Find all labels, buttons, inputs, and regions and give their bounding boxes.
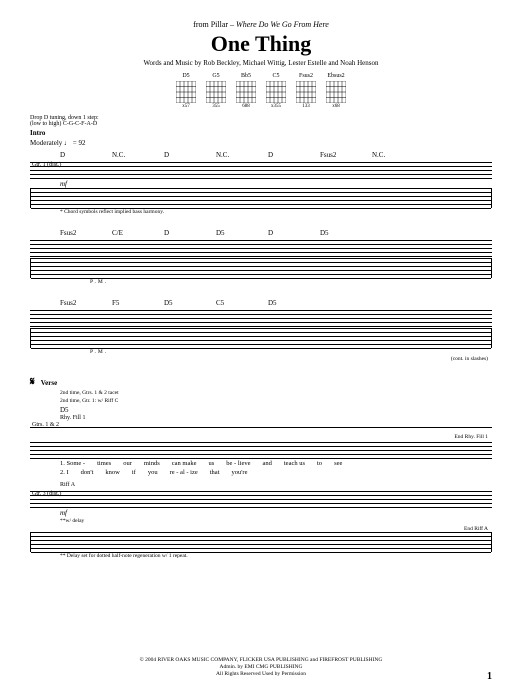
chord-symbols: DN.C. DN.C. DFsus2 N.C. — [30, 151, 492, 159]
chord-diagram: Bb5 688 — [236, 73, 256, 109]
intro-label: Intro — [30, 129, 492, 137]
from-line: from Pillar – Where Do We Go From Here — [30, 20, 492, 29]
fretboard-icon — [326, 81, 346, 103]
palm-mute: P.M. — [30, 349, 492, 355]
fretboard-icon — [236, 81, 256, 103]
notation-staff-gtr12: Gtrs. 1 & 2 — [30, 422, 492, 432]
page-number: 1 — [487, 671, 492, 682]
music-system-1: DN.C. DN.C. DFsus2 N.C. Gtr. 1 (dist.) m… — [30, 151, 492, 215]
direction-1: 2nd time, Gtrs. 1 & 2 tacet — [60, 390, 492, 396]
fretboard-icon — [206, 81, 226, 103]
chord-symbols: Fsus2C/E DD5 DD5 — [30, 229, 492, 237]
notation-staff — [30, 238, 492, 256]
tab-staff — [30, 188, 492, 208]
notation-staff — [30, 308, 492, 326]
palm-mute: P.M. — [30, 279, 492, 285]
chord-symbols: D5 — [30, 406, 492, 414]
dynamic-mf-2: mf — [30, 509, 492, 517]
copyright-block: © 2004 RIVER OAKS MUSIC COMPANY, FLICKER… — [0, 657, 522, 678]
tuning-info: Drop D tuning, down 1 step: (low to high… — [30, 115, 492, 127]
tab-staff-gtr3 — [30, 532, 492, 552]
chord-diagram: D5 x57 — [176, 73, 196, 109]
music-system-2: Fsus2C/E DD5 DD5 P.M. — [30, 229, 492, 285]
fretboard-icon — [296, 81, 316, 103]
delay-footnote: ** Delay set for dotted half-note regene… — [60, 553, 492, 559]
fretboard-icon — [176, 81, 196, 103]
rhy-fill-label: Rhy. Fill 1 — [30, 415, 492, 421]
from-prefix: from Pillar – — [193, 20, 236, 29]
song-title: One Thing — [30, 31, 492, 57]
notation-staff-vocals — [30, 440, 492, 458]
verse-system: 𝄋 Verse 2nd time, Gtrs. 1 & 2 tacet 2nd … — [30, 376, 492, 559]
continuation-note: (cont. in slashes) — [30, 356, 492, 362]
credits: Words and Music by Rob Beckley, Michael … — [30, 59, 492, 67]
notation-staff: Gtr. 1 (dist.) — [30, 160, 492, 178]
chord-diagram: C5 x355 — [266, 73, 286, 109]
dynamic-mf: mf — [30, 180, 492, 188]
notation-staff-gtr3: Gtr. 3 (dist.) — [30, 489, 492, 507]
music-system-3: Fsus2F5 D5C5 D5 P.M. (cont. in slashes) — [30, 299, 492, 362]
verse-label: Verse — [41, 379, 57, 387]
chord-diagram: Ebsus2 x68 — [326, 73, 346, 109]
album-name: Where Do We Go From Here — [236, 20, 329, 29]
harmony-footnote: * Chord symbols reflect implied bass har… — [60, 209, 492, 215]
tab-staff — [30, 328, 492, 348]
riff-a-label: Riff A — [30, 482, 492, 488]
lyrics-1: 1. Some -times ourminds can makeus be - … — [30, 460, 492, 467]
chord-symbols: Fsus2F5 D5C5 D5 — [30, 299, 492, 307]
chord-diagram-row: D5 x57 G5 355 Bb5 688 C5 x355 Fsus2 133 … — [30, 73, 492, 109]
delay-note: **w/ delay — [60, 518, 492, 524]
fretboard-icon — [266, 81, 286, 103]
tempo-marking: Moderately ♩ = 92 — [30, 139, 492, 147]
chord-diagram: G5 355 — [206, 73, 226, 109]
lyrics-2: 2. Idon't knowif youre - al - ize thatyo… — [30, 469, 492, 476]
tab-staff — [30, 258, 492, 278]
chord-diagram: Fsus2 133 — [296, 73, 316, 109]
segno-icon: 𝄋 — [30, 376, 35, 389]
direction-2: 2nd time, Gtr. 1: w/ Riff C — [60, 398, 492, 404]
